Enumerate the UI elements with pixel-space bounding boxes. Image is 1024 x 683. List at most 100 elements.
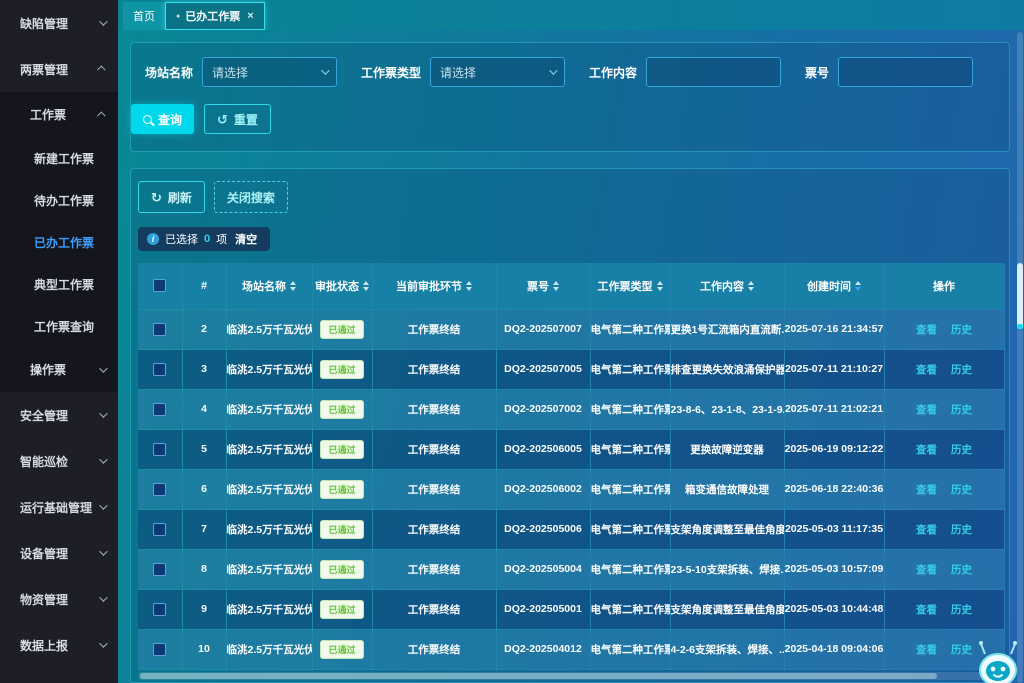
cell-station: 临洮2.5万千瓦光伏电... — [226, 349, 312, 389]
col-step[interactable]: 当前审批环节 — [372, 263, 496, 309]
sidebar-item-typical-work-ticket[interactable]: 典型工作票 — [0, 263, 118, 305]
station-name-select[interactable]: 请选择 — [202, 57, 337, 87]
sidebar-item-work-ticket[interactable]: 工作票 — [0, 92, 118, 137]
sidebar-item-material-mgmt[interactable]: 物资管理 — [0, 576, 118, 622]
col-type[interactable]: 工作票类型 — [590, 263, 670, 309]
row-checkbox[interactable] — [153, 603, 166, 616]
sidebar-item-new-work-ticket[interactable]: 新建工作票 — [0, 137, 118, 179]
sidebar-item-label: 已办工作票 — [34, 234, 94, 251]
sidebar-item-work-ticket-query[interactable]: 工作票查询 — [0, 305, 118, 347]
table-row: 3 临洮2.5万千瓦光伏电... 已通过 工作票终结 DQ2-202507005… — [138, 349, 1004, 389]
sort-icon[interactable] — [290, 281, 296, 291]
status-badge: 已通过 — [320, 320, 363, 339]
sidebar-item-equipment-mgmt[interactable]: 设备管理 — [0, 530, 118, 576]
sidebar-item-label: 待办工作票 — [34, 192, 94, 209]
history-link[interactable]: 历史 — [951, 444, 972, 456]
select-all-checkbox[interactable] — [153, 279, 166, 292]
sidebar-item-two-ticket-mgmt[interactable]: 两票管理 — [0, 46, 118, 92]
row-checkbox[interactable] — [153, 643, 166, 656]
close-search-button[interactable]: 关闭搜索 — [214, 181, 288, 213]
cell-station: 临洮2.5万千瓦光伏电... — [226, 629, 312, 669]
chevron-up-icon — [97, 65, 105, 73]
ticket-no-input[interactable] — [838, 57, 973, 87]
ticket-type-select[interactable]: 请选择 — [430, 57, 565, 87]
sort-icon[interactable] — [363, 281, 369, 291]
sort-icon-active[interactable] — [855, 281, 861, 291]
sidebar-item-safety-mgmt[interactable]: 安全管理 — [0, 392, 118, 438]
horizontal-scrollbar-thumb[interactable] — [140, 673, 937, 679]
row-checkbox[interactable] — [153, 323, 166, 336]
sidebar-item-defect-mgmt[interactable]: 缺陷管理 — [0, 0, 118, 46]
history-link[interactable]: 历史 — [951, 404, 972, 416]
view-link[interactable]: 查看 — [916, 444, 937, 456]
cell-ticket-no: DQ2-202505004 — [496, 549, 590, 589]
sort-icon[interactable] — [657, 281, 663, 291]
history-link[interactable]: 历史 — [951, 484, 972, 496]
col-created[interactable]: 创建时间 — [784, 263, 884, 309]
cell-step: 工作票终结 — [372, 349, 496, 389]
row-checkbox[interactable] — [153, 523, 166, 536]
cell-checkbox — [138, 589, 182, 629]
sort-icon[interactable] — [553, 281, 559, 291]
sidebar-item-completed-work-ticket[interactable]: 已办工作票 — [0, 221, 118, 263]
view-link[interactable]: 查看 — [916, 644, 937, 656]
history-link[interactable]: 历史 — [951, 604, 972, 616]
tab-home[interactable]: 首页 — [123, 2, 165, 30]
tab-dot-icon: ● — [176, 13, 180, 20]
work-content-input[interactable] — [646, 57, 781, 87]
history-link[interactable]: 历史 — [951, 564, 972, 576]
view-link[interactable]: 查看 — [916, 364, 937, 376]
refresh-button[interactable]: ↻ 刷新 — [138, 181, 205, 213]
vertical-scrollbar[interactable] — [1017, 32, 1023, 683]
history-link[interactable]: 历史 — [951, 324, 972, 336]
sidebar-item-operation-ticket[interactable]: 操作票 — [0, 347, 118, 392]
row-checkbox[interactable] — [153, 443, 166, 456]
row-checkbox[interactable] — [153, 403, 166, 416]
tab-completed-work-ticket[interactable]: ● 已办工作票 × — [165, 2, 265, 30]
history-link[interactable]: 历史 — [951, 644, 972, 656]
history-link[interactable]: 历史 — [951, 364, 972, 376]
row-checkbox[interactable] — [153, 563, 166, 576]
chevron-down-icon — [99, 409, 107, 417]
cell-checkbox — [138, 469, 182, 509]
col-content[interactable]: 工作内容 — [670, 263, 784, 309]
sidebar-item-data-reporting[interactable]: 数据上报 — [0, 622, 118, 668]
cell-checkbox — [138, 389, 182, 429]
view-link[interactable]: 查看 — [916, 324, 937, 336]
selection-prefix: 已选择 — [165, 231, 198, 247]
sidebar-item-operation-basic-mgmt[interactable]: 运行基础管理 — [0, 484, 118, 530]
query-button[interactable]: 查询 — [131, 104, 194, 134]
clear-selection-link[interactable]: 清空 — [235, 231, 257, 247]
view-link[interactable]: 查看 — [916, 404, 937, 416]
view-link[interactable]: 查看 — [916, 564, 937, 576]
sidebar-item-pending-work-ticket[interactable]: 待办工作票 — [0, 179, 118, 221]
cell-index: 9 — [182, 589, 226, 629]
history-link[interactable]: 历史 — [951, 524, 972, 536]
cell-actions: 查看 历史 — [884, 469, 1004, 509]
col-ticket-no[interactable]: 票号 — [496, 263, 590, 309]
horizontal-scrollbar[interactable] — [138, 672, 1004, 680]
close-icon[interactable]: × — [247, 10, 253, 22]
sidebar-item-smart-inspection[interactable]: 智能巡检 — [0, 438, 118, 484]
vertical-scrollbar-thumb[interactable] — [1017, 263, 1023, 329]
chevron-down-icon — [321, 66, 329, 74]
row-checkbox[interactable] — [153, 363, 166, 376]
status-badge: 已通过 — [320, 560, 363, 579]
cell-index: 8 — [182, 549, 226, 589]
cell-step: 工作票终结 — [372, 429, 496, 469]
view-link[interactable]: 查看 — [916, 604, 937, 616]
assistant-robot-icon[interactable] — [975, 640, 1021, 683]
view-link[interactable]: 查看 — [916, 524, 937, 536]
cell-type: 电气第二种工作票 — [590, 629, 670, 669]
cell-checkbox — [138, 629, 182, 669]
row-checkbox[interactable] — [153, 483, 166, 496]
col-status[interactable]: 审批状态 — [312, 263, 372, 309]
view-link[interactable]: 查看 — [916, 484, 937, 496]
col-station[interactable]: 场站名称 — [226, 263, 312, 309]
sort-icon[interactable] — [466, 281, 472, 291]
reset-button[interactable]: ↺ 重置 — [204, 104, 271, 134]
sort-icon[interactable] — [748, 281, 754, 291]
chevron-down-icon — [99, 17, 107, 25]
cell-created: 2025-05-03 11:17:35 — [784, 509, 884, 549]
cell-created: 2025-07-16 21:34:57 — [784, 309, 884, 349]
